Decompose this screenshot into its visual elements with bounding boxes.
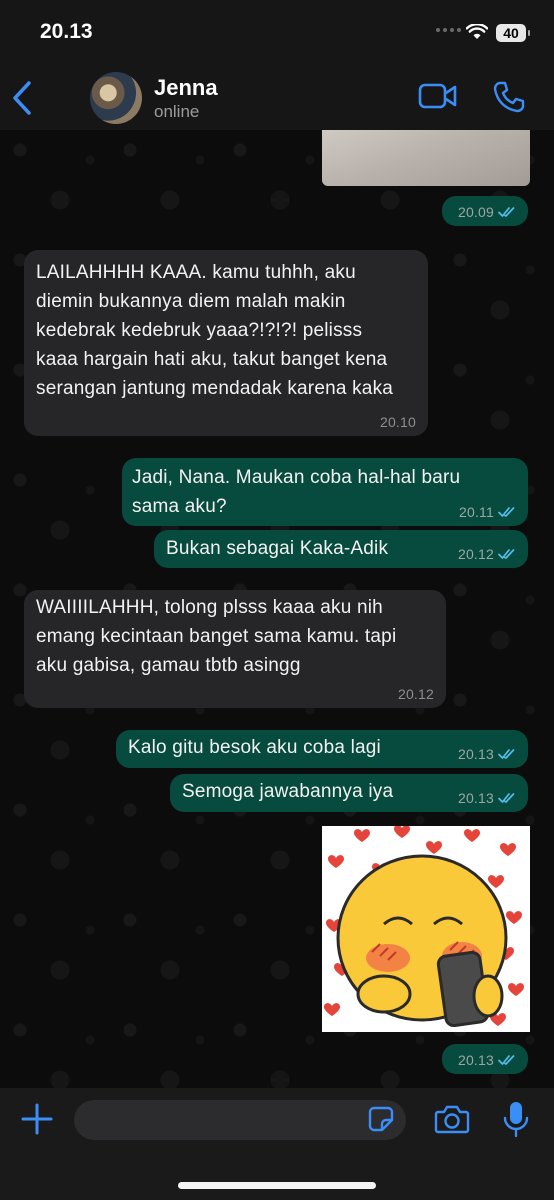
double-check-icon xyxy=(498,549,515,559)
plus-icon[interactable] xyxy=(20,1102,54,1136)
message-time: 20.09 xyxy=(457,204,494,220)
wifi-icon xyxy=(466,24,488,39)
double-check-icon xyxy=(498,507,515,517)
status-time: 20.13 xyxy=(40,20,93,43)
sticker-icon[interactable] xyxy=(368,1106,394,1132)
microphone-icon[interactable] xyxy=(502,1100,530,1140)
message-time: 20.10 xyxy=(379,414,416,430)
message-incoming[interactable]: WAIIIILAHHH, tolong plsss kaaa aku nih e… xyxy=(24,590,446,708)
message-time: 20.13 xyxy=(457,746,494,762)
cellular-signal-icon xyxy=(436,28,461,32)
status-bar: 20.13 40 xyxy=(0,0,554,64)
contact-avatar[interactable] xyxy=(90,72,142,124)
contact-status: online xyxy=(154,102,200,121)
message-text: WAIIIILAHHH, tolong plsss kaaa aku nih e… xyxy=(36,597,397,676)
message-text: Jadi, Nana. Maukan coba hal-hal baru sam… xyxy=(132,467,461,517)
message-time: 20.13 xyxy=(457,1052,494,1068)
double-check-icon xyxy=(498,793,515,803)
message-outgoing[interactable]: Semoga jawabannya iya 20.13 xyxy=(170,774,528,812)
message-time-bubble: 20.09 xyxy=(442,196,528,226)
phone-icon[interactable] xyxy=(492,80,526,114)
message-text: LAILAHHHH KAAA. kamu tuhhh, aku diemin b… xyxy=(36,262,394,399)
video-call-icon[interactable] xyxy=(418,82,458,110)
contact-name[interactable]: Jenna xyxy=(154,75,218,101)
double-check-icon xyxy=(498,207,515,217)
message-time: 20.12 xyxy=(457,546,494,562)
blushing-emoji-sticker xyxy=(324,826,524,1028)
home-indicator xyxy=(178,1182,376,1189)
message-outgoing[interactable]: Jadi, Nana. Maukan coba hal-hal baru sam… xyxy=(122,458,528,526)
chat-header: Jenna online xyxy=(0,64,554,130)
battery-indicator: 40 xyxy=(496,24,530,42)
message-outgoing[interactable]: Kalo gitu besok aku coba lagi 20.13 xyxy=(116,730,528,768)
message-time-bubble: 20.13 xyxy=(442,1044,528,1074)
message-time: 20.11 xyxy=(459,504,494,520)
message-input-bar xyxy=(0,1088,554,1200)
back-chevron-icon[interactable] xyxy=(10,80,34,116)
message-time: 20.12 xyxy=(397,686,434,702)
sticker-message[interactable] xyxy=(322,826,530,1032)
double-check-icon xyxy=(498,749,515,759)
message-outgoing[interactable]: Bukan sebagai Kaka-Adik 20.12 xyxy=(154,530,528,568)
message-input[interactable] xyxy=(74,1100,406,1140)
message-time: 20.13 xyxy=(457,790,494,806)
double-check-icon xyxy=(498,1055,515,1065)
image-message[interactable] xyxy=(322,130,530,186)
camera-icon[interactable] xyxy=(434,1104,470,1134)
message-incoming[interactable]: LAILAHHHH KAAA. kamu tuhhh, aku diemin b… xyxy=(24,250,428,436)
